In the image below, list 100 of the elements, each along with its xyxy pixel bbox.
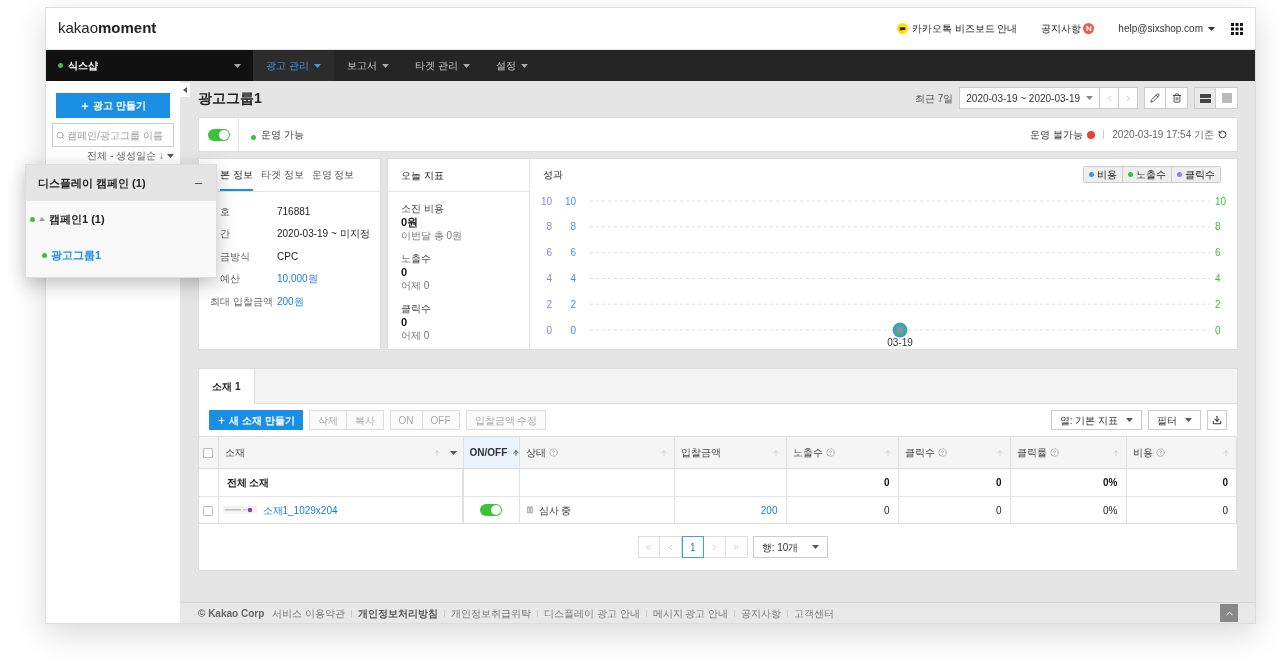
nav-menu-item[interactable]: 광고 관리	[253, 50, 334, 81]
help-icon[interactable]	[1049, 448, 1059, 457]
copyright: © Kakao Corp	[198, 606, 265, 621]
legend-item[interactable]: 클릭수	[1171, 167, 1220, 182]
toggle-switch[interactable]	[480, 504, 503, 516]
info-link[interactable]: 10,000원	[277, 271, 318, 287]
caret-icon	[313, 63, 321, 68]
apps-grid-icon[interactable]	[1231, 22, 1243, 35]
column-header[interactable]: 노출수	[786, 436, 898, 469]
previous-button[interactable]	[1100, 87, 1119, 109]
sidebar-collapse-button[interactable]	[180, 83, 190, 97]
info-value: CPC	[277, 249, 299, 264]
info-tab[interactable]: 운영 정보	[311, 159, 355, 191]
previous-page-button[interactable]	[659, 536, 682, 558]
panel-title: 오늘 지표	[401, 168, 444, 183]
notice-link[interactable]: 공지사항	[1041, 21, 1082, 36]
metric-value: 0	[401, 315, 409, 329]
panel-title: 디스플레이 캠페인 (1)	[38, 175, 146, 191]
download-button[interactable]	[1207, 410, 1227, 430]
edit-button[interactable]	[1144, 87, 1166, 109]
footer-link[interactable]: 개인정보취급위탁	[451, 605, 532, 621]
column-header[interactable]: 비용	[1126, 436, 1237, 469]
column-header[interactable]: 상태	[519, 436, 674, 469]
creative-tab[interactable]: 소재 1	[199, 369, 255, 404]
tree-item[interactable]: 캠페인1 (1)	[26, 201, 216, 237]
search-input[interactable]: 캠페인/광고그룹 이름	[67, 124, 170, 146]
scroll-top-button[interactable]	[1220, 604, 1238, 622]
info-value: 2020-03-19 ~ 미지정	[277, 227, 370, 242]
footer-link[interactable]: 개인정보처리방침	[358, 605, 439, 621]
bizboard-link[interactable]: 카카오톡 비즈보드 안내	[911, 21, 1018, 36]
rows-per-page-select[interactable]: 행: 10개	[752, 536, 829, 558]
footer-link[interactable]: 공지사항	[741, 605, 782, 621]
last-page-button[interactable]	[725, 536, 748, 558]
checkbox[interactable]	[203, 505, 214, 516]
view-toggle[interactable]	[1194, 87, 1216, 109]
date-range-select[interactable]: 2020-03-19 ~ 2020-03-19	[959, 87, 1100, 109]
axis-tick-label: 0	[570, 324, 576, 336]
axis-tick-label: 4	[570, 272, 576, 284]
info-value: 716881	[277, 204, 311, 219]
next-button[interactable]	[1119, 87, 1138, 109]
column-header[interactable]: 소재	[218, 436, 463, 469]
info-label: 최대 입찰금액	[210, 295, 273, 307]
page-title: 광고그룹1	[198, 88, 262, 108]
panel-title: 성과	[543, 167, 563, 182]
info-tab[interactable]: 타겟 정보	[260, 159, 304, 191]
double-chevron-right-icon	[731, 542, 741, 552]
filter-select[interactable]: 필터	[1148, 410, 1201, 430]
column-header[interactable]: 클릭률	[1010, 436, 1126, 469]
caret-icon	[1185, 418, 1192, 422]
footer-link[interactable]: 고객센터	[794, 605, 835, 621]
legend-item[interactable]: 노출수	[1122, 167, 1171, 182]
expand-caret-icon[interactable]	[39, 217, 45, 221]
alert-text: 운영 불가능	[1030, 128, 1084, 142]
column-header[interactable]: 클릭수	[898, 436, 1010, 469]
footer-link[interactable]: 메시지 광고 안내	[652, 605, 729, 621]
help-icon[interactable]	[548, 448, 558, 457]
nav-menu-item[interactable]: 타겟 관리	[401, 50, 483, 81]
search-field[interactable]: 캠페인/광고그룹 이름	[52, 123, 174, 147]
footer-link[interactable]: 서비스 이용약관	[272, 605, 346, 621]
help-icon[interactable]	[937, 448, 947, 457]
footer-link[interactable]: 디스플레이 광고 안내	[544, 605, 640, 621]
bid-link[interactable]: 200	[760, 504, 778, 516]
checkbox[interactable]	[203, 448, 214, 459]
table-cell: 0	[786, 496, 898, 524]
metric-label: 노출수	[401, 252, 432, 265]
help-icon[interactable]	[825, 448, 835, 457]
pencil-icon	[1150, 93, 1160, 103]
axis-tick-label: 8	[546, 221, 552, 233]
column-header[interactable]: ON/OFF	[463, 436, 519, 469]
view-toggle[interactable]	[1216, 87, 1238, 109]
delete-button[interactable]	[1166, 87, 1188, 109]
metric-value: 0	[401, 265, 409, 279]
account-switcher[interactable]: 식스샵	[46, 50, 253, 81]
metric-subtext: 이번달 총 0원	[401, 229, 464, 242]
nav-menu-item[interactable]: 보고서	[333, 50, 402, 81]
legend-item[interactable]: 비용	[1084, 167, 1122, 182]
columns-select[interactable]: 열: 기본 지표	[1050, 410, 1142, 430]
caret-icon	[1126, 418, 1133, 422]
speech-bubble-icon	[896, 23, 908, 34]
help-icon[interactable]	[1155, 448, 1165, 457]
column-header[interactable]: 입찰금액	[674, 436, 786, 469]
metric-value: 0원	[401, 215, 420, 229]
refresh-icon[interactable]	[1218, 130, 1227, 139]
next-page-button[interactable]	[703, 536, 726, 558]
first-page-button[interactable]	[637, 536, 660, 558]
axis-tick-label: 0	[1215, 324, 1221, 336]
page-button[interactable]: 1	[681, 536, 704, 558]
info-link[interactable]: 200원	[277, 293, 304, 309]
nav-menu-item[interactable]: 설정	[482, 50, 541, 81]
table-cell: 0	[898, 496, 1010, 524]
updated-time: 2020-03-19 17:54 기준	[1112, 128, 1214, 142]
axis-tick-label: 10	[540, 195, 552, 207]
sort-arrow-icon[interactable]	[512, 448, 521, 457]
sort-dropdown[interactable]: 전체 - 생성일순 ↓	[87, 150, 164, 162]
logo[interactable]: kakaomoment	[58, 17, 157, 40]
info-tab[interactable]: 본 정보	[220, 159, 253, 191]
account-menu[interactable]: help@sixshop.com	[1118, 21, 1215, 36]
alert-icon	[1087, 130, 1096, 139]
toggle-switch[interactable]	[207, 128, 230, 141]
creative-link[interactable]: 소재1_1029x204	[262, 502, 338, 518]
